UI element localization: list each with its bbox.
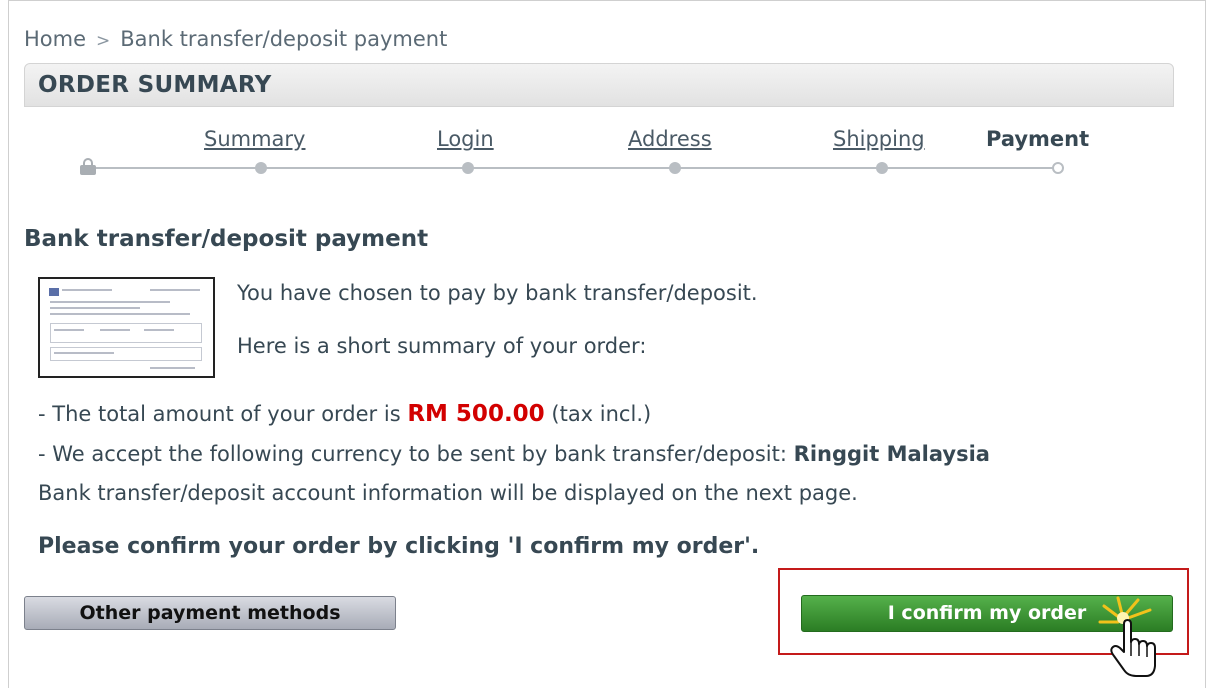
account-info-text: Bank transfer/deposit account informatio…: [38, 481, 858, 505]
intro-chosen-text: You have chosen to pay by bank transfer/…: [237, 281, 758, 305]
bank-slip-image: [38, 277, 215, 378]
breadcrumb-separator: >: [96, 31, 111, 51]
breadcrumb-home-link[interactable]: Home: [24, 27, 86, 51]
hand-pointer-icon: [1098, 596, 1156, 677]
breadcrumb: Home > Bank transfer/deposit payment: [24, 27, 447, 51]
step-shipping-link[interactable]: Shipping: [833, 127, 925, 151]
intro-summary-text: Here is a short summary of your order:: [237, 334, 647, 358]
total-amount-line: - The total amount of your order is RM 5…: [38, 401, 651, 427]
confirm-instruction: Please confirm your order by clicking 'I…: [38, 534, 760, 559]
total-prefix: - The total amount of your order is: [38, 402, 401, 426]
total-amount: RM 500.00: [407, 401, 545, 427]
order-summary-header: ORDER SUMMARY: [24, 63, 1174, 107]
lock-icon: [80, 158, 96, 175]
payment-method-title: Bank transfer/deposit payment: [24, 226, 429, 252]
page-title: ORDER SUMMARY: [38, 72, 272, 98]
total-suffix: (tax incl.): [551, 402, 652, 426]
step-address-link[interactable]: Address: [628, 127, 712, 151]
step-summary-link[interactable]: Summary: [204, 127, 305, 151]
breadcrumb-current: Bank transfer/deposit payment: [120, 27, 448, 51]
currency-prefix: - We accept the following currency to be…: [38, 442, 787, 466]
other-payment-methods-button[interactable]: Other payment methods: [24, 596, 396, 630]
step-login-link[interactable]: Login: [437, 127, 494, 151]
currency-line: - We accept the following currency to be…: [38, 442, 990, 466]
currency-name: Ringgit Malaysia: [793, 442, 990, 466]
step-payment-current: Payment: [986, 127, 1090, 151]
